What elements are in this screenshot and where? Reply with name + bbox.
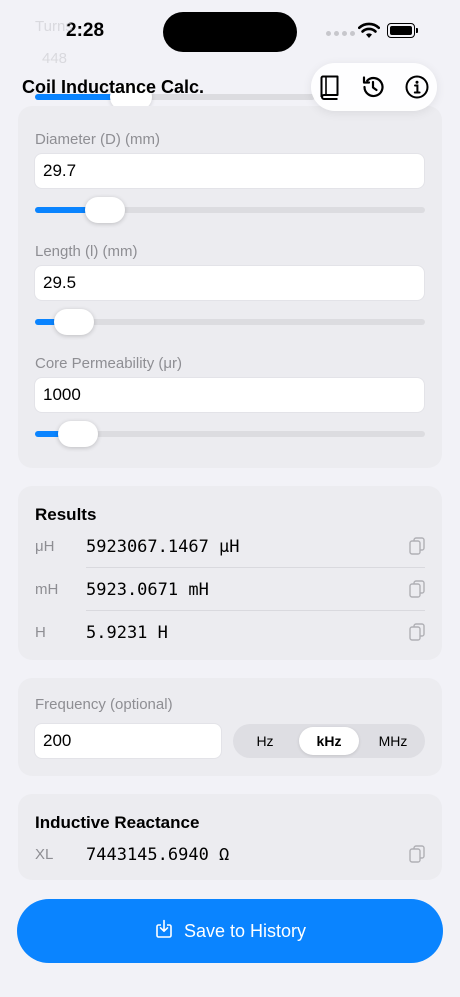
length-slider[interactable] [35,309,425,335]
result-divider [86,567,425,568]
permeability-label: Core Permeability (μr) [35,355,183,372]
copy-icon[interactable] [409,537,425,555]
result-unit-h: H [35,624,46,641]
diameter-slider[interactable] [35,197,425,223]
length-label: Length (l) (mm) [35,243,138,260]
wifi-icon [357,22,381,44]
scrolled-field-label: Turns [35,18,73,35]
copy-icon[interactable] [409,623,425,641]
result-unit-uh: μH [35,538,55,555]
info-icon[interactable] [403,73,431,101]
result-value-uh: 5923067.1467 μH [86,537,240,557]
save-to-history-button[interactable]: Save to History [17,899,443,963]
book-icon[interactable] [316,73,344,101]
diameter-slider-thumb[interactable] [85,197,126,223]
reactance-card [18,794,442,880]
history-icon[interactable] [359,73,387,101]
diameter-label: Diameter (D) (mm) [35,131,160,148]
segment-mhz[interactable]: MHz [363,727,423,755]
frequency-unit-segmented-control: Hz kHz MHz [233,724,425,758]
frequency-label: Frequency (optional) [35,696,173,713]
result-divider [86,610,425,611]
copy-icon[interactable] [409,580,425,598]
permeability-slider[interactable] [35,421,425,447]
permeability-slider-thumb[interactable] [57,421,98,447]
frequency-input[interactable]: 200 [34,723,222,759]
reactance-value: 7443145.6940 Ω [86,845,230,865]
results-title: Results [35,505,97,524]
save-tray-icon [154,919,174,944]
save-button-label: Save to History [183,920,307,941]
dynamic-island [163,12,297,52]
diameter-input[interactable]: 29.7 [34,153,425,189]
result-value-mh: 5923.0671 mH [86,580,209,600]
reactance-title: Inductive Reactance [35,813,200,832]
permeability-input[interactable]: 1000 [34,377,425,413]
result-unit-mh: mH [35,581,59,598]
length-input[interactable]: 29.5 [34,265,425,301]
segment-hz[interactable]: Hz [235,727,295,755]
length-slider-thumb[interactable] [54,309,94,335]
battery-icon [387,23,415,38]
page-title: Coil Inductance Calc. [22,77,205,97]
scrolled-field-value: 448 [42,50,68,67]
nav-actions [311,63,437,111]
reactance-unit: XL [35,846,54,863]
battery-nub [416,28,418,33]
copy-icon[interactable] [409,845,425,863]
segment-khz[interactable]: kHz [299,727,359,755]
cellular-signal-icon [326,31,355,36]
result-value-h: 5.9231 H [86,623,168,643]
